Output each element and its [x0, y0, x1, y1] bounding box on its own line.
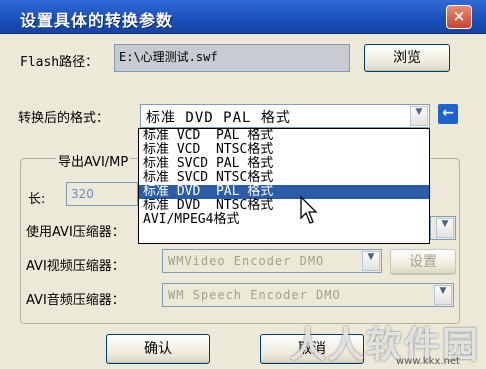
watermark-url: www.kkx.net: [396, 356, 460, 367]
close-button[interactable]: ×: [446, 5, 472, 29]
format-dropdown-list[interactable]: 标准 VCD PAL 格式 标准 VCD NTSC格式 标准 SVCD PAL …: [138, 128, 430, 244]
avi-group-title: 导出AVI/MP: [56, 151, 131, 170]
mouse-cursor-icon: [300, 196, 318, 224]
dropdown-option[interactable]: 标准 VCD NTSC格式: [139, 143, 429, 157]
window-title: 设置具体的转换参数: [20, 11, 174, 30]
browse-button[interactable]: 浏览: [364, 44, 450, 72]
video-compressor-select[interactable]: WMVideo Encoder DMO ▼: [162, 249, 382, 273]
close-icon: ×: [452, 7, 466, 25]
dropdown-option[interactable]: AVI/MPEG4格式: [139, 213, 429, 227]
length-label: 长:: [28, 192, 46, 207]
format-label: 转换后的格式：: [18, 111, 110, 126]
left-arrow-icon[interactable]: ←: [438, 104, 458, 124]
compressor-select[interactable]: ▼: [430, 216, 456, 240]
audio-compressor-label: AVI音频压缩器：: [26, 293, 125, 308]
chevron-down-icon[interactable]: ▼: [362, 251, 380, 271]
dropdown-option[interactable]: 标准 VCD PAL 格式: [139, 129, 429, 143]
compressor-label: 使用AVI压缩器：: [26, 225, 125, 240]
video-compressor-label: AVI视频压缩器：: [26, 259, 125, 274]
title-bar[interactable]: 设置具体的转换参数 ×: [0, 0, 486, 34]
flash-path-field[interactable]: E:\心理测试.swf: [114, 44, 350, 72]
audio-compressor-select[interactable]: WM Speech Encoder DMO ▼: [162, 283, 454, 307]
audio-compressor-value: WM Speech Encoder DMO: [168, 288, 341, 302]
dropdown-option[interactable]: 标准 DVD NTSC格式: [139, 199, 429, 213]
flash-path-label: Flash路径：: [20, 55, 99, 70]
settings-button[interactable]: 设置: [390, 249, 456, 275]
confirm-button[interactable]: 确认: [106, 334, 210, 364]
video-compressor-value: WMVideo Encoder DMO: [168, 254, 325, 268]
chevron-down-icon[interactable]: ▼: [436, 218, 454, 238]
format-selected-value: 标准 DVD PAL 格式: [146, 110, 291, 126]
dropdown-option-selected[interactable]: 标准 DVD PAL 格式: [139, 185, 429, 199]
chevron-down-icon[interactable]: ▼: [410, 106, 428, 126]
dropdown-option[interactable]: 标准 SVCD PAL 格式: [139, 157, 429, 171]
dropdown-option[interactable]: 标准 SVCD NTSC格式: [139, 171, 429, 185]
format-select[interactable]: 标准 DVD PAL 格式 ▼: [140, 104, 430, 128]
chevron-down-icon[interactable]: ▼: [434, 285, 452, 305]
length-input[interactable]: 320: [66, 182, 138, 206]
